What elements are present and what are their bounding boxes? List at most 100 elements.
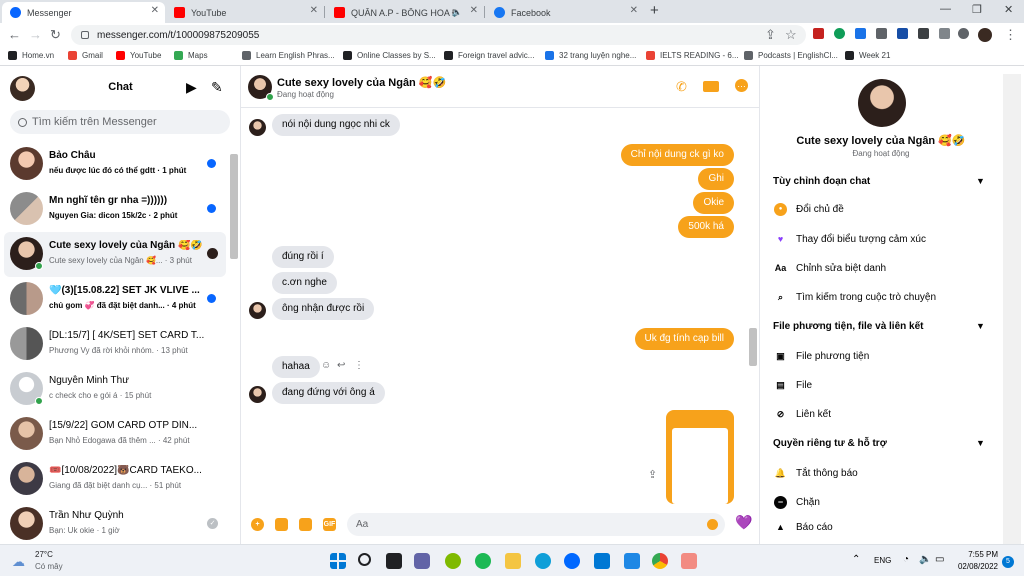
tab-youtube[interactable]: YouTube ✕ bbox=[166, 2, 324, 23]
extension-icon[interactable] bbox=[834, 28, 845, 39]
option-search-conversation[interactable]: ⌕ Tìm kiếm trong cuộc trò chuyện bbox=[774, 291, 936, 304]
gif-icon[interactable]: GIF bbox=[323, 518, 336, 531]
share-icon[interactable]: ⇪ bbox=[765, 27, 776, 43]
tab-quan-ap[interactable]: QUÂN A.P - BÔNG HOA ĐẸP 🔈 ✕ bbox=[326, 2, 484, 23]
chrome-icon[interactable] bbox=[652, 553, 668, 569]
conversation-item[interactable]: Mn nghĩ tên gr nha =)))))) Nguyen Gia: d… bbox=[4, 187, 226, 232]
conversation-item[interactable]: Nguyễn Minh Thư c check cho e gói á · 15… bbox=[4, 367, 226, 412]
bookmark[interactable]: Podcasts | EnglishCl... bbox=[744, 51, 838, 60]
volume-icon[interactable]: 🔈 bbox=[919, 554, 931, 565]
extension-icon[interactable] bbox=[813, 28, 824, 39]
new-tab-button[interactable]: + bbox=[650, 2, 659, 19]
app-icon[interactable] bbox=[624, 553, 640, 569]
extension-icon[interactable] bbox=[855, 28, 866, 39]
message-incoming[interactable]: nói nội dung ngọc nhi ck bbox=[272, 114, 400, 136]
chevron-down-icon[interactable]: ▼ bbox=[976, 438, 985, 448]
section-privacy[interactable]: Quyền riêng tư & hỗ trợ bbox=[773, 438, 887, 449]
spotify-icon[interactable] bbox=[475, 553, 491, 569]
battery-icon[interactable]: ▭ bbox=[935, 554, 944, 565]
message-outgoing[interactable]: Uk đg tính cạp bill bbox=[634, 328, 734, 350]
section-customize-chat[interactable]: Tùy chỉnh đoạn chat bbox=[773, 176, 870, 187]
option-change-theme[interactable]: ● Đổi chủ đề bbox=[774, 203, 844, 216]
reply-icon[interactable]: ↩ bbox=[337, 360, 345, 371]
option-media-files[interactable]: ▣ File phương tiện bbox=[774, 350, 869, 363]
language-indicator[interactable]: ENG bbox=[874, 556, 891, 565]
purple-heart-icon[interactable]: 💜 bbox=[735, 514, 752, 531]
plus-icon[interactable]: + bbox=[251, 518, 264, 531]
profile-avatar[interactable] bbox=[978, 28, 992, 42]
conversation-item[interactable]: Bảo Châu nếu được lúc đó có thể gdtt · 1… bbox=[4, 142, 226, 187]
message-outgoing[interactable]: Chỉ nội dung ck gì ko bbox=[620, 144, 734, 166]
message-incoming[interactable]: c.ơn nghe bbox=[272, 272, 337, 294]
option-mute[interactable]: 🔔 Tắt thông báo bbox=[774, 467, 858, 480]
speaker-icon[interactable]: 🔈 bbox=[452, 8, 462, 17]
page-scrollbar[interactable] bbox=[1003, 74, 1021, 544]
back-button[interactable]: ← bbox=[8, 27, 21, 42]
react-icon[interactable]: ☺ bbox=[321, 360, 331, 371]
close-icon[interactable]: ✕ bbox=[151, 5, 159, 16]
menu-icon[interactable]: ⋮ bbox=[1004, 27, 1017, 43]
message-input[interactable]: Aa bbox=[347, 513, 725, 536]
start-icon[interactable] bbox=[330, 553, 346, 569]
contact-name[interactable]: Cute sexy lovely của Ngân 🥰🤣 bbox=[277, 76, 446, 89]
bookmark[interactable]: YouTube bbox=[116, 51, 161, 60]
option-report[interactable]: ▲ Báo cáo bbox=[774, 521, 833, 534]
close-window-button[interactable]: ✕ bbox=[1004, 3, 1013, 16]
sidebar-scrollbar[interactable] bbox=[230, 154, 238, 259]
puzzle-icon[interactable] bbox=[918, 28, 929, 39]
bookmark[interactable]: IELTS READING - 6... bbox=[646, 51, 739, 60]
conversation-item[interactable]: 🎟️[10/08/2022]🐻CARD TAEKO... Giang đã đặ… bbox=[4, 457, 226, 502]
teams-icon[interactable] bbox=[414, 553, 430, 569]
extension-icon[interactable] bbox=[958, 28, 969, 39]
task-view-icon[interactable] bbox=[386, 553, 402, 569]
conversation-item[interactable]: 🩵(3)[15.08.22] SET JK VLIVE ... chủ gom … bbox=[4, 277, 226, 322]
notification-badge[interactable]: 5 bbox=[1002, 556, 1014, 568]
emoji-icon[interactable] bbox=[707, 519, 718, 530]
address-bar[interactable]: messenger.com/t/100009875209055 bbox=[71, 25, 806, 45]
bookmark[interactable]: Home.vn bbox=[8, 51, 54, 60]
video-camera-icon[interactable]: ▶ bbox=[186, 79, 197, 96]
video-call-icon[interactable] bbox=[703, 81, 719, 92]
zalo-icon[interactable] bbox=[564, 553, 580, 569]
conversation-item[interactable]: Trần Như Quỳnh Bạn: Uk okie · 1 giờ ✓ bbox=[4, 502, 226, 547]
image-attachment[interactable] bbox=[666, 410, 734, 504]
clock-date[interactable]: 02/08/2022 bbox=[954, 562, 998, 571]
message-outgoing[interactable]: Okie bbox=[693, 192, 734, 214]
close-icon[interactable]: ✕ bbox=[470, 5, 478, 16]
option-edit-nickname[interactable]: Aa Chỉnh sửa biệt danh bbox=[774, 262, 886, 275]
search-icon[interactable] bbox=[358, 553, 371, 566]
chevron-up-icon[interactable]: ⌃ bbox=[852, 554, 860, 565]
bookmark[interactable]: Foreign travel advic... bbox=[444, 51, 534, 60]
extension-icon[interactable] bbox=[876, 28, 887, 39]
conversation-item[interactable]: [DL:15/7] [ 4K/SET] SET CARD T... Phương… bbox=[4, 322, 226, 367]
conversation-item[interactable]: [15/9/22] GOM CARD OTP DÍN... Bạn Nhỏ Ed… bbox=[4, 412, 226, 457]
maximize-button[interactable]: ❐ bbox=[972, 3, 982, 16]
minimize-button[interactable]: — bbox=[940, 3, 951, 15]
share-icon[interactable]: ⇪ bbox=[648, 468, 657, 481]
todo-icon[interactable] bbox=[594, 553, 610, 569]
bookmark[interactable]: Online Classes by S... bbox=[343, 51, 436, 60]
extension-icon[interactable] bbox=[939, 28, 950, 39]
message-outgoing[interactable]: 500k há bbox=[678, 216, 734, 238]
clock-time[interactable]: 7:55 PM bbox=[968, 550, 998, 559]
message-incoming[interactable]: ông nhận được rồi bbox=[272, 298, 375, 320]
chevron-down-icon[interactable]: ▼ bbox=[976, 176, 985, 186]
section-media[interactable]: File phương tiện, file và liên kết bbox=[773, 321, 924, 332]
edge-icon[interactable] bbox=[535, 553, 551, 569]
bookmark[interactable]: 32 trang luyện nghe... bbox=[545, 51, 636, 60]
option-files[interactable]: ▤ File bbox=[774, 379, 812, 392]
new-message-icon[interactable]: ✎ bbox=[211, 79, 223, 96]
reload-button[interactable]: ↻ bbox=[50, 27, 61, 43]
chevron-down-icon[interactable]: ▼ bbox=[976, 321, 985, 331]
star-icon[interactable]: ☆ bbox=[785, 27, 797, 43]
close-icon[interactable]: ✕ bbox=[630, 5, 638, 16]
option-block[interactable]: − Chặn bbox=[774, 496, 820, 509]
more-icon[interactable]: ⋮ bbox=[354, 360, 364, 371]
bookmark[interactable]: Maps bbox=[174, 51, 208, 60]
weather-temperature[interactable]: 27°C bbox=[35, 550, 53, 559]
image-icon[interactable] bbox=[275, 518, 288, 531]
chat-scrollbar[interactable] bbox=[749, 328, 757, 366]
phone-icon[interactable]: ✆ bbox=[676, 79, 687, 95]
bookmark[interactable]: Learn English Phras... bbox=[242, 51, 335, 60]
sticker-icon[interactable] bbox=[299, 518, 312, 531]
